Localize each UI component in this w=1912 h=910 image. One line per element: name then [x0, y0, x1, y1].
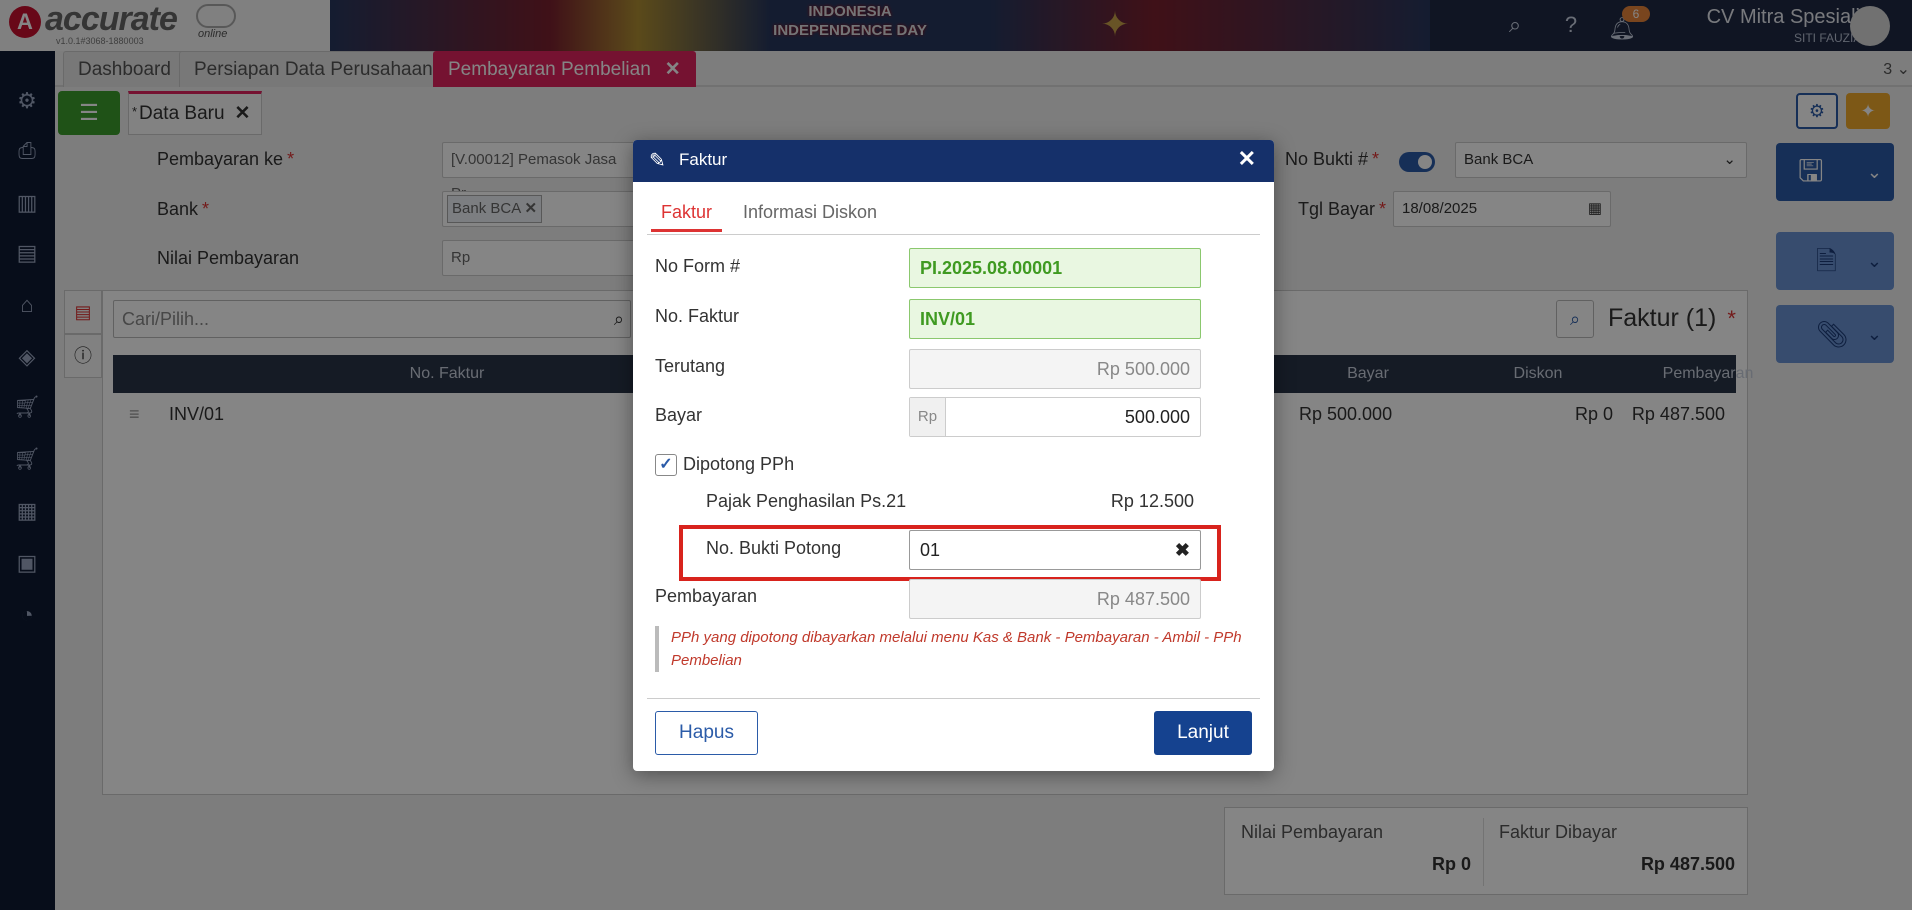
pph-note: PPh yang dipotong dibayarkan melalui men…	[655, 626, 1251, 672]
pembayaran-field: Rp 487.500	[909, 579, 1201, 619]
pajak-label: Pajak Penghasilan Ps.21	[706, 491, 907, 511]
close-icon[interactable]: ✕	[1238, 146, 1256, 172]
no-faktur-label: No. Faktur	[655, 306, 740, 326]
no-form-label: No Form #	[655, 256, 741, 276]
bukti-potong-label: No. Bukti Potong	[706, 538, 842, 558]
tab-informasi-diskon[interactable]: Informasi Diskon	[733, 194, 887, 232]
pajak-value: Rp 12.500	[1110, 491, 1194, 511]
tab-faktur[interactable]: Faktur	[651, 194, 723, 232]
modal-title: Faktur	[679, 150, 728, 169]
bayar-field[interactable]: Rp 500.000	[909, 397, 1201, 437]
terutang-field: Rp 500.000	[909, 349, 1201, 389]
currency-prefix: Rp	[910, 398, 946, 436]
check-icon: ✓	[659, 456, 673, 473]
dipotong-pph-label[interactable]: Dipotong PPh	[683, 454, 794, 475]
faktur-modal: ✎ Faktur ✕ Faktur Informasi Diskon No Fo…	[633, 140, 1274, 771]
clear-icon[interactable]: ✖	[1175, 531, 1190, 569]
terutang-label: Terutang	[655, 356, 726, 376]
hapus-button[interactable]: Hapus	[655, 711, 758, 755]
bayar-label: Bayar	[655, 405, 703, 425]
dipotong-pph-checkbox[interactable]: ✓	[655, 454, 677, 476]
modal-header: ✎ Faktur ✕	[633, 140, 1274, 182]
pembayaran-label: Pembayaran	[655, 586, 758, 606]
tab-divider	[647, 234, 1260, 235]
no-faktur-field[interactable]: INV/01	[909, 299, 1201, 339]
bukti-potong-value: 01	[920, 540, 941, 560]
footer-divider	[647, 698, 1260, 699]
bayar-value: 500.000	[1124, 407, 1190, 427]
pencil-icon: ✎	[649, 150, 666, 172]
lanjut-button[interactable]: Lanjut	[1154, 711, 1252, 755]
bukti-potong-input[interactable]: 01 ✖	[909, 530, 1201, 570]
no-form-field[interactable]: PI.2025.08.00001	[909, 248, 1201, 288]
